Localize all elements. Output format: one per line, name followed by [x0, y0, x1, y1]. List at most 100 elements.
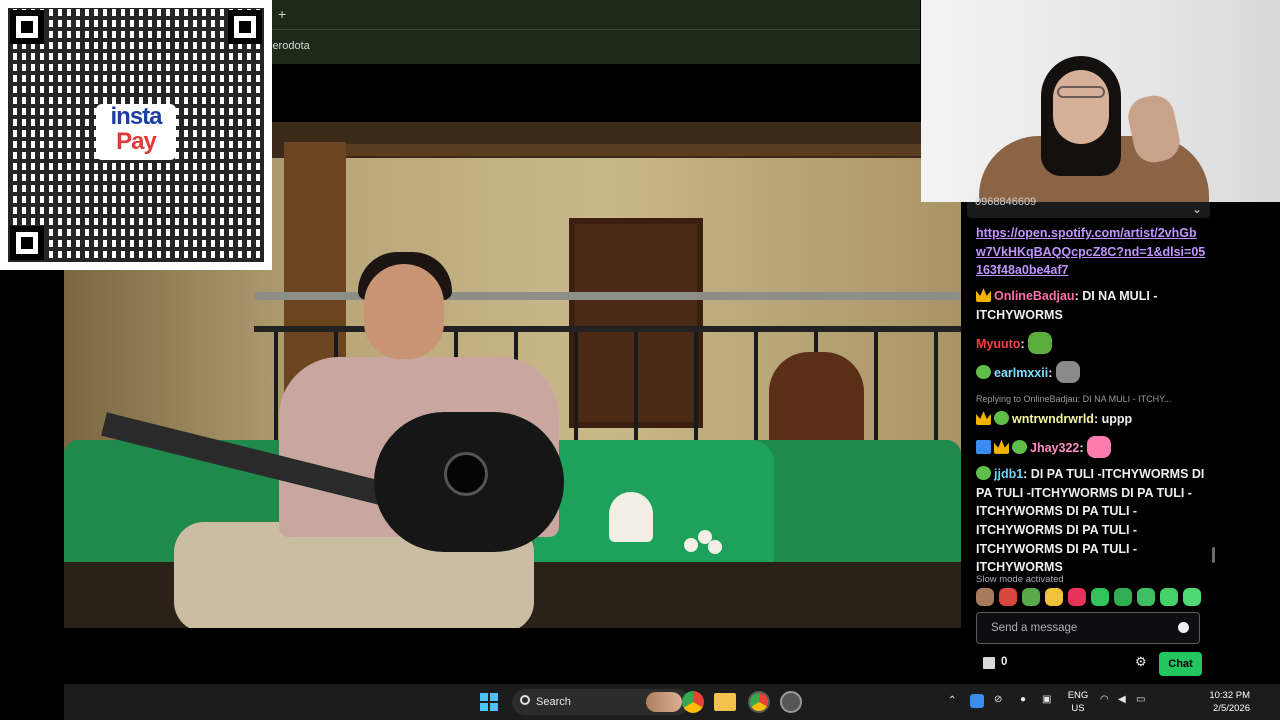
crown-badge-icon: [994, 439, 1009, 454]
performer-head: [364, 264, 444, 359]
points-count: 0: [1001, 656, 1008, 668]
reply-context[interactable]: Replying to OnlineBadjau: DI NA MULI - I…: [976, 390, 1206, 409]
windows-taskbar: Search ⌃ ⊘ ● ▣ ENG US ◠ ◀ ▭ 10:32 PM 2/5…: [64, 684, 1280, 720]
baluster: [634, 332, 638, 442]
chat-text: : DI PA TULI -ITCHYWORMS DI PA TULI -ITC…: [976, 466, 1205, 575]
slow-mode-notice: Slow mode activated: [976, 574, 1064, 585]
bell-pattern: [609, 492, 653, 542]
baluster: [874, 332, 878, 442]
berries-pattern: [684, 530, 724, 556]
emote-icon[interactable]: [1160, 588, 1178, 606]
pepe-emote-icon: [1028, 331, 1053, 354]
webcam-overlay: [921, 0, 1280, 202]
emote-icon[interactable]: [1091, 588, 1109, 606]
emote-icon[interactable]: [1137, 588, 1155, 606]
chat-message: Jhay322:: [976, 435, 1206, 458]
crown-badge-icon: [976, 411, 991, 426]
chat-username[interactable]: earlmxxii: [994, 366, 1048, 380]
emoji-icon[interactable]: [1178, 622, 1189, 633]
frog-badge-icon: [976, 364, 991, 379]
chrome-icon[interactable]: [682, 691, 704, 713]
search-icon: [520, 695, 530, 705]
emote-icon[interactable]: [1022, 588, 1040, 606]
guitar-soundhole: [444, 452, 488, 496]
new-tab-button[interactable]: +: [278, 6, 286, 22]
microphone-icon[interactable]: ●: [1020, 694, 1026, 705]
language-indicator[interactable]: ENG US: [1066, 689, 1090, 715]
frog-badge-icon: [1012, 439, 1027, 454]
browser-chrome: + lerodota: [270, 0, 920, 64]
app-with-notification-icon[interactable]: [780, 691, 802, 713]
chat-username[interactable]: Myuuto: [976, 337, 1020, 351]
video-ceiling-trim: [304, 144, 961, 156]
wifi-icon[interactable]: ◠: [1100, 694, 1109, 705]
baluster: [934, 332, 938, 442]
emote-picker-row: [976, 588, 1201, 606]
chat-text: :: [1079, 440, 1084, 455]
file-explorer-icon[interactable]: [714, 693, 736, 711]
taskbar-search[interactable]: Search: [512, 689, 690, 715]
chat-send-button[interactable]: Chat: [1159, 652, 1202, 676]
mute-icon[interactable]: ⊘: [994, 694, 1002, 705]
chat-text: :: [1048, 365, 1053, 380]
spotify-link[interactable]: https://open.spotify.com/artist/2vhGbw7V…: [976, 226, 1205, 277]
crown-badge-icon: [976, 288, 991, 303]
chat-text: :: [1020, 336, 1025, 351]
frog-badge-icon: [994, 411, 1009, 426]
chat-input[interactable]: Send a message: [976, 612, 1200, 644]
heart-emote-icon: [1087, 435, 1112, 458]
instapay-logo: insta Pay: [96, 104, 176, 160]
baluster: [574, 332, 578, 442]
emote-icon[interactable]: [1068, 588, 1086, 606]
chat-username[interactable]: wntrwndrwrld: [1012, 412, 1094, 426]
frog-badge-icon: [976, 465, 991, 480]
baluster: [274, 332, 278, 442]
emote-icon[interactable]: [1183, 588, 1201, 606]
qr-finder: [10, 226, 44, 260]
battery-icon[interactable]: ▭: [1136, 694, 1145, 705]
chat-scrollbar[interactable]: [1212, 547, 1215, 563]
chat-message: https://open.spotify.com/artist/2vhGbw7V…: [976, 224, 1206, 280]
windows-start-icon[interactable]: [480, 693, 498, 711]
emote-icon[interactable]: [1114, 588, 1132, 606]
qr-finder: [228, 10, 262, 44]
gear-icon[interactable]: ⚙: [1135, 654, 1147, 670]
tab-strip: +: [270, 0, 920, 30]
chat-panel: 0968846609 ⌄ https://open.spotify.com/ar…: [961, 196, 1220, 684]
chrome-active-icon[interactable]: [748, 691, 770, 713]
emote-icon[interactable]: [1045, 588, 1063, 606]
screen: + lerodota insta Pay 0968846609 ⌄ https:…: [0, 0, 1280, 720]
chat-username[interactable]: Jhay322: [1030, 441, 1079, 455]
baluster: [754, 332, 758, 442]
chat-username[interactable]: jjdb1: [994, 467, 1023, 481]
emote-icon[interactable]: [976, 588, 994, 606]
store-icon[interactable]: [983, 657, 995, 669]
chevron-up-icon[interactable]: ⌃: [948, 695, 956, 706]
chat-footer: 0 ⚙ Chat: [981, 652, 1202, 678]
chat-message: Myuuto:: [976, 331, 1206, 354]
pinned-message-bar[interactable]: 0968846609 ⌄: [967, 196, 1210, 218]
chat-message: OnlineBadjau: DI NA MULI - ITCHYWORMS: [976, 287, 1206, 324]
display-icon[interactable]: ▣: [1042, 694, 1051, 705]
tray-app-icon[interactable]: [970, 694, 984, 708]
emote-icon[interactable]: [999, 588, 1017, 606]
chat-message: jjdb1: DI PA TULI -ITCHYWORMS DI PA TULI…: [976, 465, 1206, 577]
chat-message: earlmxxii:: [976, 360, 1206, 383]
chevron-down-icon[interactable]: ⌄: [1192, 202, 1202, 216]
chat-text: : uppp: [1093, 412, 1133, 427]
baluster: [694, 332, 698, 442]
address-bar[interactable]: lerodota: [270, 30, 920, 64]
pickaxe-badge-icon: [976, 439, 991, 454]
video-sofa-cushion: [534, 440, 774, 580]
qr-finder: [10, 10, 44, 44]
chat-input-placeholder: Send a message: [991, 622, 1078, 634]
chat-messages: https://open.spotify.com/artist/2vhGbw7V…: [976, 224, 1206, 584]
volume-icon[interactable]: ◀: [1118, 694, 1126, 705]
system-clock[interactable]: 10:32 PM 2/5/2026: [1194, 689, 1250, 715]
chat-username[interactable]: OnlineBadjau: [994, 289, 1075, 303]
rail-lower: [254, 326, 961, 332]
streamer-face: [1053, 70, 1109, 144]
streamer-glasses: [1057, 86, 1105, 98]
cat-emote-icon: [1055, 360, 1080, 383]
chat-message: Replying to OnlineBadjau: DI NA MULI - I…: [976, 390, 1206, 429]
